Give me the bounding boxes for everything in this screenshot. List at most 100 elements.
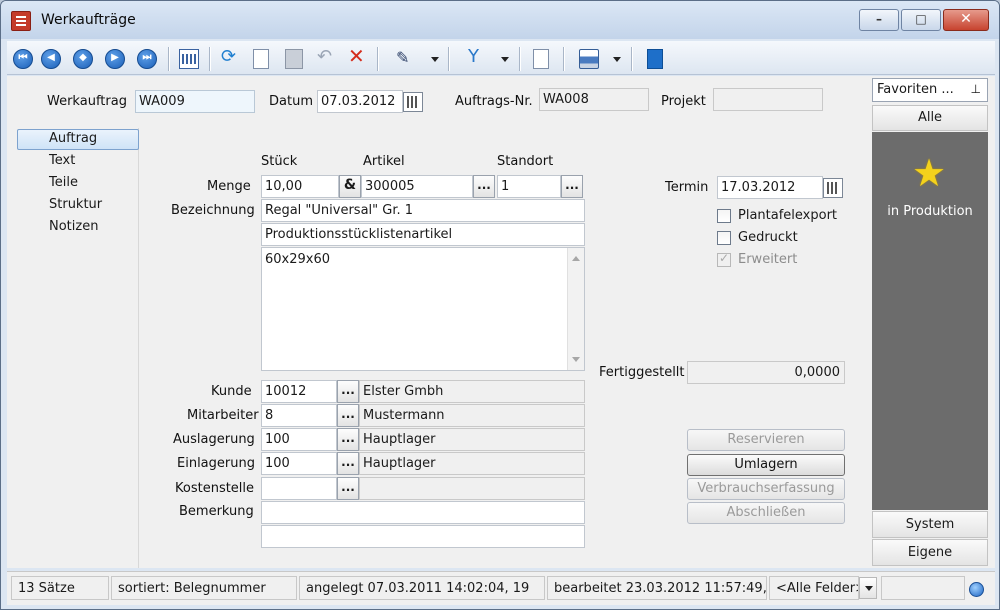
kostenstelle-lookup-button[interactable]: ... xyxy=(337,477,359,500)
werkauftrag-field[interactable]: WA009 xyxy=(135,90,255,113)
window-title: Werkaufträge xyxy=(41,12,136,28)
fertiggestellt-label: Fertiggestellt xyxy=(599,365,685,380)
standort-lookup-button[interactable]: ... xyxy=(561,175,583,198)
previous-record-icon[interactable]: ◀ xyxy=(41,49,61,69)
toolbar-separator xyxy=(377,47,378,71)
chevron-down-icon[interactable] xyxy=(859,577,877,599)
favorites-header[interactable]: Favoriten ... ⊥ xyxy=(872,78,988,102)
filter-icon[interactable]: Y xyxy=(465,46,485,69)
bemerkung-field[interactable] xyxy=(261,501,585,524)
scroll-up-icon[interactable] xyxy=(572,256,580,261)
next-record-icon[interactable]: ▶ xyxy=(105,49,125,69)
nav-item-struktur[interactable]: Struktur xyxy=(17,195,139,216)
auslagerung-lookup-button[interactable]: ... xyxy=(337,428,359,451)
column-header-standort: Standort xyxy=(497,154,554,169)
einlagerung-lookup-button[interactable]: ... xyxy=(337,452,359,475)
save-icon[interactable] xyxy=(285,49,303,69)
new-document-icon[interactable] xyxy=(253,49,269,69)
description-textarea[interactable]: 60x29x60 xyxy=(261,247,585,371)
maximize-button[interactable]: □ xyxy=(901,9,941,31)
menge-label: Menge xyxy=(207,179,251,194)
filter-dropdown-icon[interactable] xyxy=(501,57,509,62)
refresh-icon[interactable]: ⟳ xyxy=(219,46,239,69)
umlagern-button[interactable]: Umlagern xyxy=(687,454,845,476)
tab-system[interactable]: System xyxy=(872,511,988,538)
datum-calendar-icon[interactable] xyxy=(403,92,423,112)
undo-icon[interactable]: ↶ xyxy=(315,46,335,69)
view-icon[interactable]: ◆ xyxy=(73,49,93,69)
table-view-icon[interactable] xyxy=(179,49,199,69)
textarea-scrollbar[interactable] xyxy=(567,248,584,370)
last-record-icon[interactable]: ⏭ xyxy=(137,49,157,69)
reservieren-button[interactable]: Reservieren xyxy=(687,429,845,451)
title-bar[interactable]: Werkaufträge – □ ✕ xyxy=(1,1,999,39)
toolbar-separator xyxy=(563,47,564,71)
fertiggestellt-value: 0,0000 xyxy=(687,361,845,384)
close-button[interactable]: ✕ xyxy=(943,9,989,31)
kostenstelle-name xyxy=(359,477,585,500)
unit-link-icon[interactable]: & xyxy=(339,175,361,198)
bemerkung-2-field[interactable] xyxy=(261,525,585,548)
termin-calendar-icon[interactable] xyxy=(823,178,843,198)
einlagerung-name: Hauptlager xyxy=(359,452,585,475)
pin-icon[interactable]: ⊥ xyxy=(971,82,981,96)
globe-icon[interactable] xyxy=(969,582,984,597)
print-icon[interactable] xyxy=(579,49,599,69)
auslagerung-field[interactable]: 100 xyxy=(261,428,337,451)
field-selector[interactable]: <Alle Felder> xyxy=(769,576,859,600)
first-record-icon[interactable]: ⏮ xyxy=(13,49,33,69)
kunde-name: Elster Gmbh xyxy=(359,380,585,403)
nav-item-notizen[interactable]: Notizen xyxy=(17,217,139,238)
einlagerung-field[interactable]: 100 xyxy=(261,452,337,475)
mitarbeiter-name: Mustermann xyxy=(359,404,585,427)
bezeichnung-2-field[interactable]: Produktionsstücklistenartikel xyxy=(261,223,585,246)
termin-field[interactable]: 17.03.2012 xyxy=(717,176,823,199)
toolbar-separator xyxy=(209,47,210,71)
checkbox-icon[interactable] xyxy=(717,209,731,223)
app-icon xyxy=(11,11,31,31)
mitarbeiter-field[interactable]: 8 xyxy=(261,404,337,427)
verbrauchserfassung-button[interactable]: Verbrauchserfassung xyxy=(687,478,845,500)
tools-dropdown-icon[interactable] xyxy=(431,57,439,62)
datum-field[interactable]: 07.03.2012 xyxy=(317,90,403,113)
menge-field[interactable]: 10,00 xyxy=(261,175,339,198)
print-dropdown-icon[interactable] xyxy=(613,57,621,62)
kunde-lookup-button[interactable]: ... xyxy=(337,380,359,403)
tab-eigene[interactable]: Eigene xyxy=(872,539,988,566)
toolbar-separator xyxy=(519,47,520,71)
delete-icon[interactable]: ✕ xyxy=(345,44,365,69)
checkbox-icon[interactable] xyxy=(717,231,731,245)
toolbar-separator xyxy=(168,47,169,71)
favorites-list: ★ in Produktion xyxy=(872,132,988,510)
datum-label: Datum xyxy=(269,94,313,109)
toolbar-separator xyxy=(448,47,449,71)
nav-item-text[interactable]: Text xyxy=(17,151,139,172)
abschliessen-button[interactable]: Abschließen xyxy=(687,502,845,524)
kostenstelle-field[interactable] xyxy=(261,477,337,500)
artikel-lookup-button[interactable]: ... xyxy=(473,175,495,198)
einlagerung-label: Einlagerung xyxy=(177,456,255,471)
auftragsnr-label: Auftrags-Nr. xyxy=(455,94,533,109)
nav-item-auftrag[interactable]: Auftrag xyxy=(17,129,139,150)
minimize-button[interactable]: – xyxy=(859,9,899,31)
kunde-field[interactable]: 10012 xyxy=(261,380,337,403)
favorite-in-produktion[interactable]: in Produktion xyxy=(872,204,988,219)
checkmark-icon: ✓ xyxy=(719,251,730,265)
star-icon[interactable]: ★ xyxy=(912,154,946,192)
auftragsnr-field: WA008 xyxy=(539,88,649,111)
book-icon[interactable] xyxy=(647,49,663,69)
bezeichnung-label: Bezeichnung xyxy=(171,203,255,218)
maximize-icon: □ xyxy=(915,12,927,26)
scroll-down-icon[interactable] xyxy=(572,357,580,362)
bezeichnung-field[interactable]: Regal "Universal" Gr. 1 xyxy=(261,199,585,222)
tools-icon[interactable]: ✎ xyxy=(393,48,413,69)
auslagerung-name: Hauptlager xyxy=(359,428,585,451)
mitarbeiter-lookup-button[interactable]: ... xyxy=(337,404,359,427)
standort-field[interactable]: 1 xyxy=(497,175,561,198)
favorites-panel: Favoriten ... ⊥ Alle ★ in Produktion Sys… xyxy=(871,76,995,568)
artikel-field[interactable]: 300005 xyxy=(361,175,473,198)
nav-item-teile[interactable]: Teile xyxy=(17,173,139,194)
werkauftrag-label: Werkauftrag xyxy=(47,94,127,109)
tab-alle[interactable]: Alle xyxy=(872,105,988,131)
document-icon[interactable] xyxy=(533,49,549,69)
